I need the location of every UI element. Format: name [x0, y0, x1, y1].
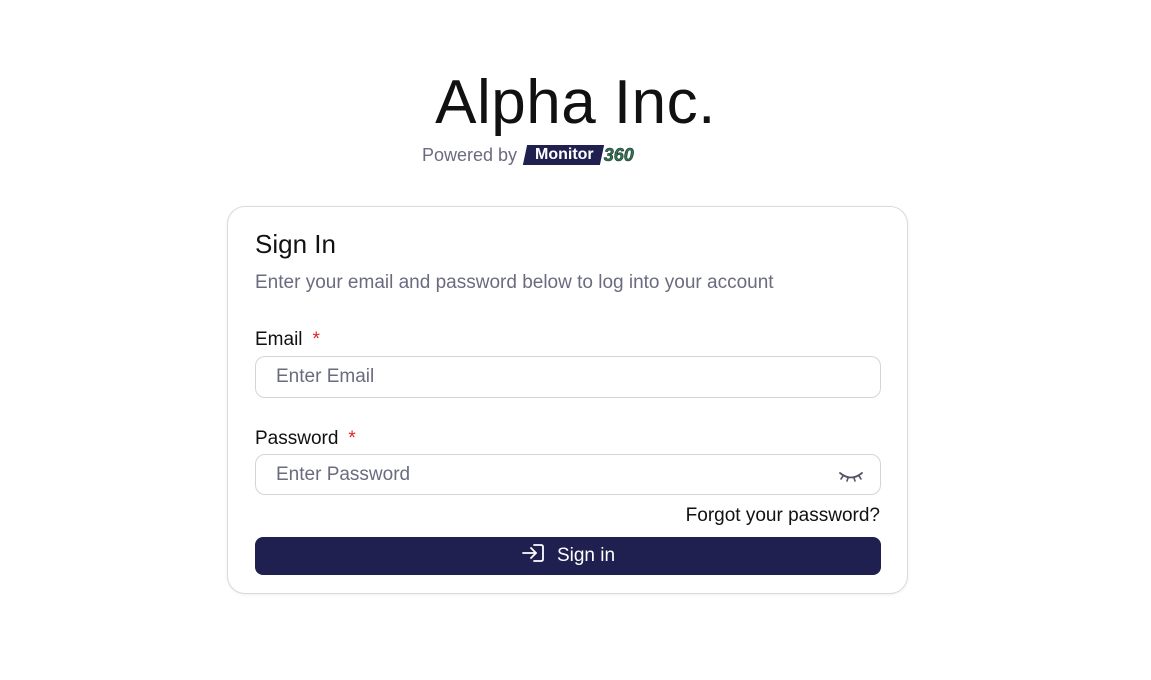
password-required-mark: * [348, 428, 356, 449]
forgot-password-link[interactable]: Forgot your password? [686, 505, 880, 527]
password-label: Password * [255, 428, 356, 450]
company-title: Alpha Inc. [435, 68, 716, 137]
password-field[interactable] [255, 454, 881, 495]
email-field[interactable] [255, 356, 881, 398]
signin-title: Sign In [255, 229, 336, 259]
password-label-text: Password [255, 428, 339, 449]
powered-by-text: Powered by [422, 144, 518, 165]
signin-card: Sign In Enter your email and password be… [227, 206, 908, 594]
logo-word: Monitor [522, 145, 604, 165]
eye-closed-icon[interactable] [837, 467, 865, 485]
sign-in-button[interactable]: Sign in [255, 537, 881, 575]
monitor360-logo: Monitor 360 [522, 144, 634, 166]
powered-by: Powered by Monitor 360 [422, 144, 634, 166]
sign-in-label: Sign in [556, 545, 616, 566]
signin-subtitle: Enter your email and password below to l… [255, 272, 774, 293]
sign-in-icon [521, 543, 545, 569]
logo-number: 360 [603, 144, 634, 165]
email-label: Email * [255, 329, 320, 351]
email-label-text: Email [255, 329, 303, 350]
brand-header: Alpha Inc. [0, 68, 1151, 138]
email-required-mark: * [312, 329, 320, 350]
